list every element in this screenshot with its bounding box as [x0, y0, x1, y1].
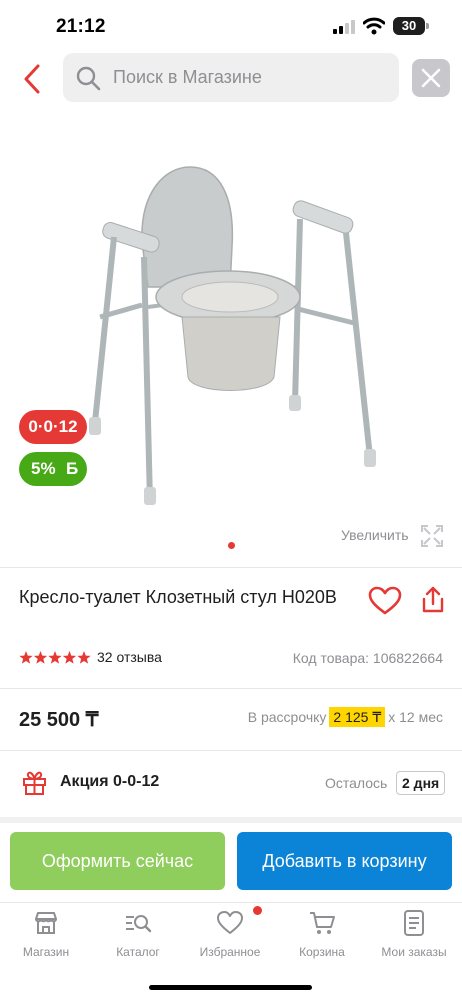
- rating-star-icon: [77, 651, 91, 664]
- cart-icon: [310, 912, 335, 934]
- tab-store[interactable]: Магазин: [0, 909, 92, 967]
- rating-star-icon: [48, 651, 62, 664]
- gallery-pager-dot: [228, 542, 235, 549]
- rating-stars: [19, 651, 91, 664]
- cellular-signal-icon: [333, 19, 355, 34]
- add-to-cart-button[interactable]: Добавить в корзину: [237, 832, 452, 890]
- divider: [0, 750, 462, 751]
- back-button[interactable]: [18, 62, 48, 96]
- tab-label: Мои заказы: [381, 945, 447, 959]
- tab-label: Каталог: [116, 945, 160, 959]
- tab-cart[interactable]: Корзина: [276, 909, 368, 967]
- promo-remaining-label: Осталось: [325, 775, 388, 791]
- product-price: 25 500 ₸: [19, 709, 99, 731]
- checkout-button[interactable]: Оформить сейчас: [10, 832, 225, 890]
- zoom-link[interactable]: Увеличить: [341, 527, 409, 543]
- bonus-badge: 5% Б: [19, 452, 87, 486]
- tab-orders[interactable]: Мои заказы: [368, 909, 460, 967]
- installment-suffix: x 12 мес: [388, 709, 443, 725]
- wifi-icon: [363, 17, 385, 35]
- divider: [0, 567, 462, 568]
- installment-amount: 2 125 ₸: [329, 707, 386, 727]
- bonus-percent: 5%: [31, 459, 56, 478]
- favorites-notification-dot: [253, 906, 262, 915]
- home-indicator: [149, 985, 312, 990]
- tab-favorites[interactable]: Избранное: [184, 909, 276, 967]
- search-icon: [76, 66, 101, 91]
- clear-search-button[interactable]: [412, 59, 450, 97]
- store-icon: [35, 912, 57, 934]
- battery-indicator: 30: [393, 17, 425, 35]
- installment-prefix: В рассрочку: [247, 709, 327, 725]
- rating-star-icon: [62, 651, 77, 664]
- bottom-tab-bar: Магазин Каталог Избранное Корзина Мои за…: [0, 902, 462, 972]
- tab-label: Корзина: [299, 945, 345, 959]
- section-separator: [0, 817, 462, 823]
- expand-icon[interactable]: [420, 524, 444, 548]
- promo-label[interactable]: Акция 0-0-12: [60, 773, 159, 791]
- search-bar[interactable]: [63, 53, 399, 102]
- tab-label: Избранное: [199, 945, 261, 959]
- product-code: Код товара: 106822664: [292, 650, 443, 666]
- product-photo[interactable]: [70, 137, 400, 507]
- battery-tip: [426, 23, 429, 29]
- bonus-letter: Б: [66, 459, 79, 478]
- gift-icon: [23, 771, 46, 795]
- search-input[interactable]: [113, 53, 393, 102]
- heart-icon: [217, 911, 243, 934]
- reviews-count[interactable]: 32 отзыва: [97, 649, 162, 665]
- tab-catalog[interactable]: Каталог: [92, 909, 184, 967]
- rating-star-icon: [33, 651, 48, 664]
- orders-icon: [404, 910, 424, 936]
- status-time: 21:12: [56, 16, 106, 37]
- product-gallery[interactable]: 0·0·12 5% Б: [0, 112, 462, 562]
- installment-badge: 0·0·12: [19, 410, 87, 444]
- product-title: Кресло-туалет Клозетный стул H020B: [19, 587, 337, 607]
- status-bar: 21:12 30: [0, 0, 462, 50]
- rating-star-icon: [19, 651, 33, 664]
- product-page: 21:12 30 Поиск в Магазине 0·0·12 5% Б Ув…: [0, 0, 462, 999]
- share-icon[interactable]: [420, 585, 446, 615]
- catalog-search-icon: [126, 915, 152, 933]
- tab-label: Магазин: [22, 945, 70, 959]
- close-icon: [421, 68, 441, 88]
- installment-info[interactable]: В рассрочку 2 125 ₸ x 12 мес: [247, 707, 443, 727]
- divider: [0, 688, 462, 689]
- favorite-heart-icon[interactable]: [368, 586, 402, 616]
- promo-remaining-days: 2 дня: [396, 771, 446, 795]
